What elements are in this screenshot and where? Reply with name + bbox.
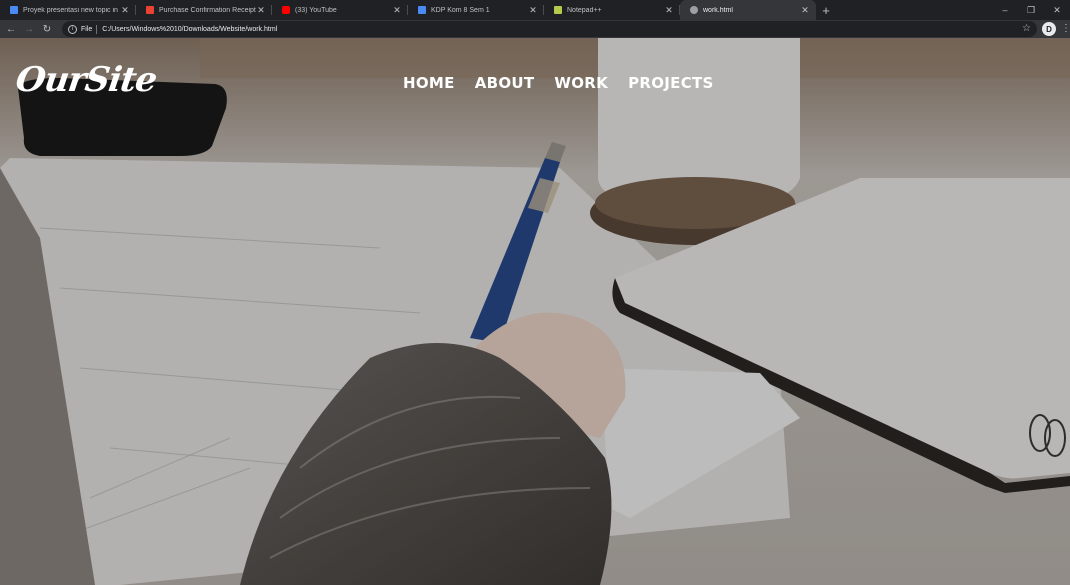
notepad-icon <box>554 6 562 14</box>
close-tab-icon[interactable]: ✕ <box>528 5 538 16</box>
close-window-button[interactable]: ✕ <box>1044 0 1070 20</box>
divider <box>96 24 98 34</box>
browser-menu-icon[interactable]: ⋮ <box>1061 22 1070 36</box>
new-tab-button[interactable]: + <box>816 0 836 20</box>
close-tab-icon[interactable]: ✕ <box>800 5 810 16</box>
nav-home[interactable]: HOME <box>403 74 455 92</box>
url-text[interactable]: C:/Users/Windows%2010/Downloads/Website/… <box>102 26 277 33</box>
main-nav: HOME ABOUT WORK PROJECTS <box>403 74 714 92</box>
info-icon[interactable]: i <box>68 24 77 34</box>
restore-button[interactable]: ❐ <box>1018 0 1044 20</box>
extension-icon[interactable]: D <box>1042 22 1056 36</box>
gmail-icon <box>146 6 154 14</box>
youtube-icon <box>282 6 290 14</box>
bookmark-star-icon[interactable]: ☆ <box>1022 23 1031 34</box>
address-bar[interactable]: i File C:/Users/Windows%2010/Downloads/W… <box>62 21 1037 37</box>
window-controls: – ❐ ✕ <box>992 0 1070 20</box>
tab[interactable]: KDP Kom 8 Sem 1 ✕ <box>408 0 544 20</box>
tab-title: work.html <box>703 6 733 14</box>
close-tab-icon[interactable]: ✕ <box>256 5 266 16</box>
tab[interactable]: Proyek presentasi new topic in Pu ✕ <box>0 0 136 20</box>
minimize-button[interactable]: – <box>992 0 1018 20</box>
slides-icon <box>10 6 18 14</box>
tab[interactable]: Notepad++ ✕ <box>544 0 680 20</box>
reload-button[interactable]: ↻ <box>38 20 56 38</box>
forward-button[interactable]: → <box>20 20 38 38</box>
tab-title: Proyek presentasi new topic in Pu <box>23 6 120 14</box>
tab-title: Purchase Confirmation Receipt - <box>159 6 256 14</box>
tab-title: (33) YouTube <box>295 6 337 14</box>
close-tab-icon[interactable]: ✕ <box>392 5 402 16</box>
page-hero: OurSite HOME ABOUT WORK PROJECTS <box>0 38 1070 585</box>
back-button[interactable]: ← <box>2 20 20 38</box>
tab-title: KDP Kom 8 Sem 1 <box>431 6 490 14</box>
tab-active[interactable]: work.html ✕ <box>680 0 816 20</box>
tab[interactable]: Purchase Confirmation Receipt - ✕ <box>136 0 272 20</box>
tab-strip: Proyek presentasi new topic in Pu ✕ Purc… <box>0 0 1070 20</box>
site-logo[interactable]: OurSite <box>13 60 159 100</box>
scheme-label: File <box>81 25 93 33</box>
close-tab-icon[interactable]: ✕ <box>664 5 674 16</box>
browser-toolbar: ← → ↻ i File C:/Users/Windows%2010/Downl… <box>0 20 1070 38</box>
close-tab-icon[interactable]: ✕ <box>120 5 130 16</box>
nav-about[interactable]: ABOUT <box>475 74 535 92</box>
nav-projects[interactable]: PROJECTS <box>628 74 714 92</box>
slides-icon <box>418 6 426 14</box>
tab[interactable]: (33) YouTube ✕ <box>272 0 408 20</box>
tab-title: Notepad++ <box>567 6 602 14</box>
globe-icon <box>690 6 698 14</box>
nav-work[interactable]: WORK <box>554 74 608 92</box>
hero-overlay <box>0 38 1070 585</box>
